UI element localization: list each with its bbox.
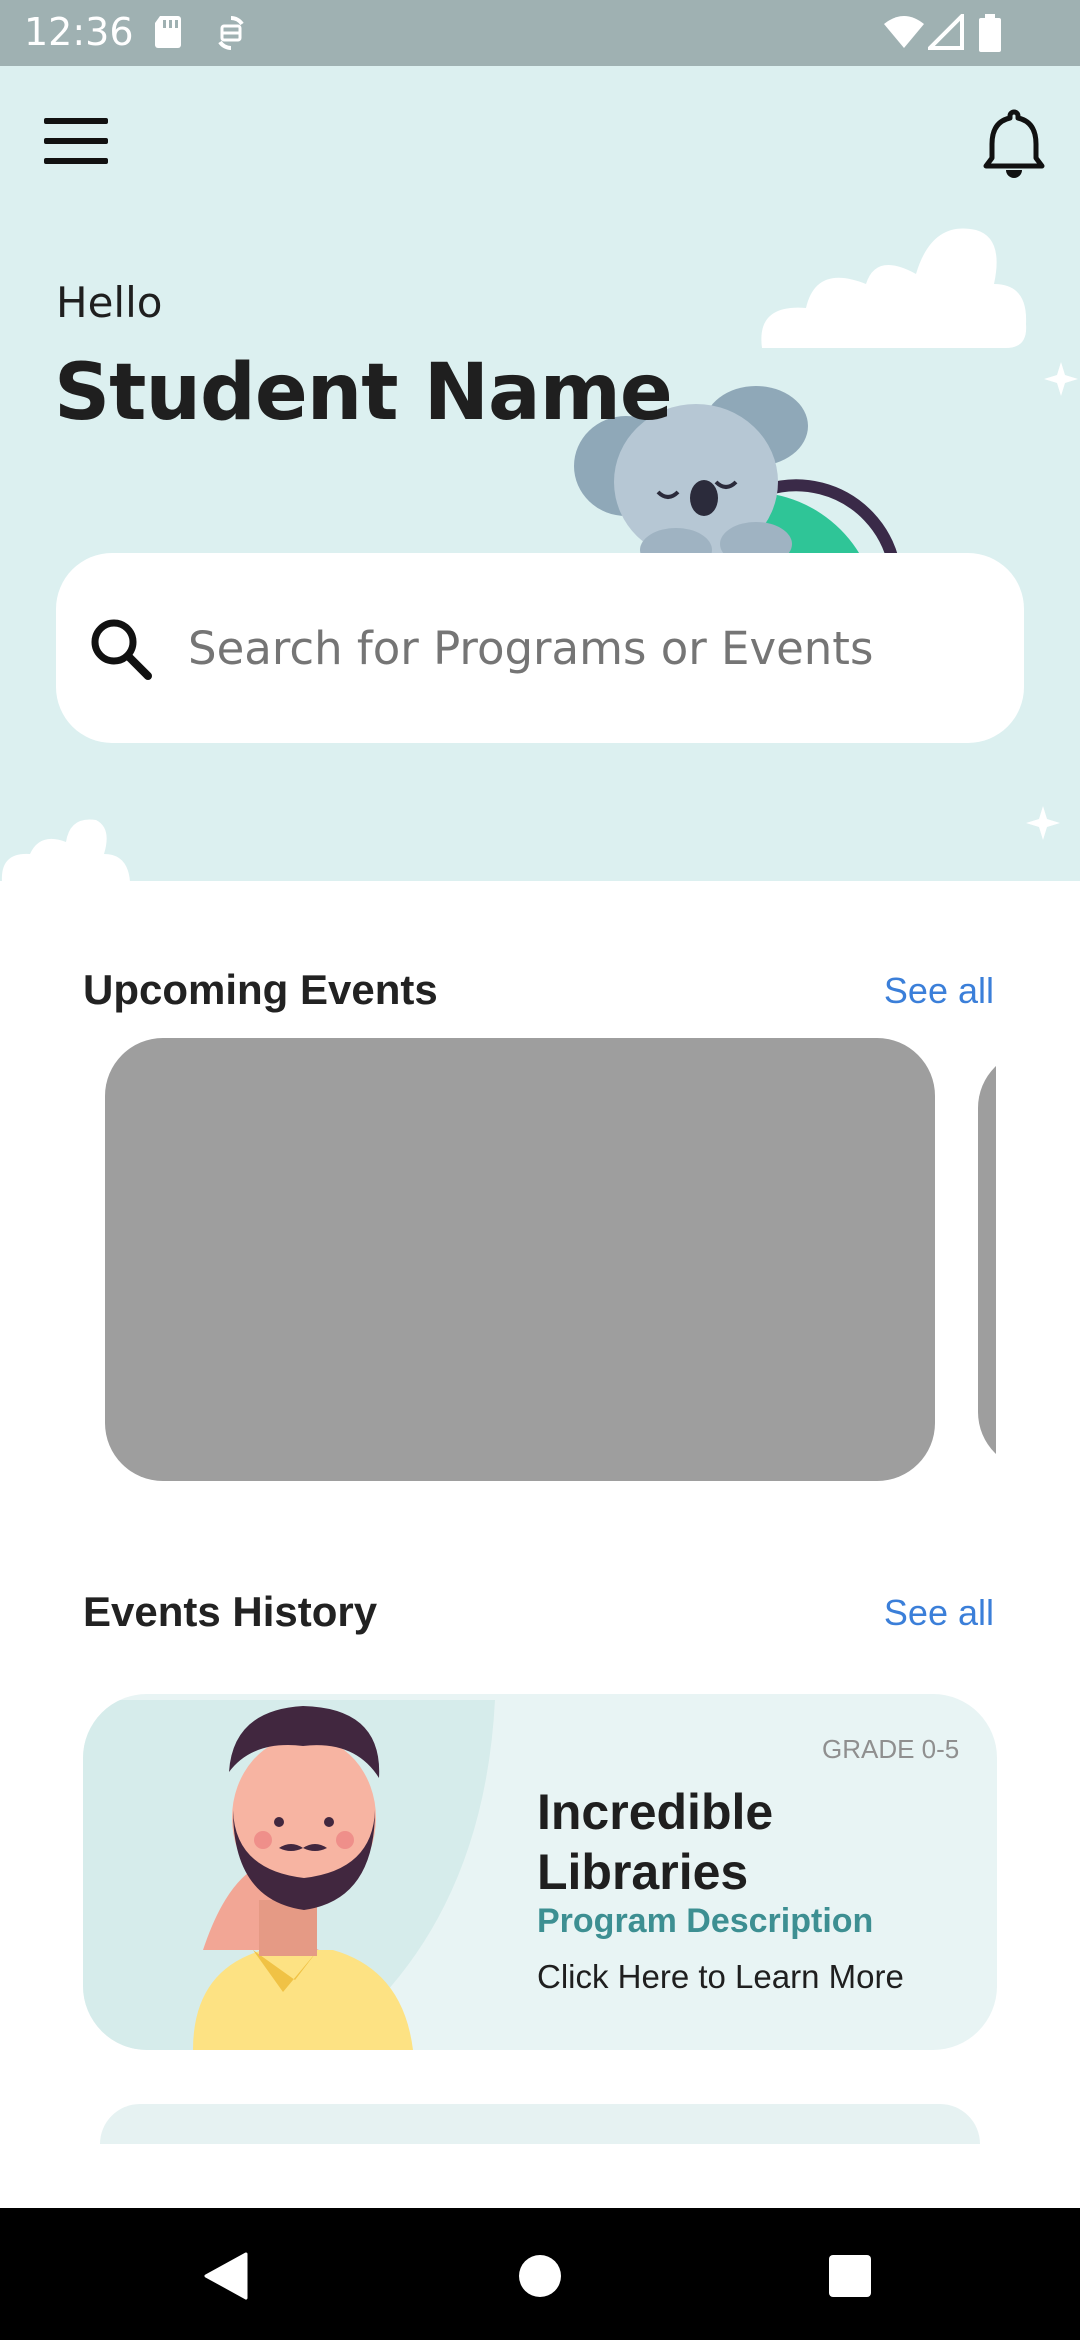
grade-badge: GRADE 0-5 <box>822 1734 960 1764</box>
signal-icon <box>928 14 964 50</box>
status-bar: 12:36 <box>0 0 1080 66</box>
sd-card-icon <box>155 16 181 48</box>
teacher-avatar-illustration <box>83 1700 495 2050</box>
upcoming-events-title: Upcoming Events <box>83 966 438 1013</box>
student-name: Student Name <box>54 348 673 438</box>
home-icon[interactable] <box>518 2254 562 2298</box>
bell-icon[interactable] <box>982 108 1046 180</box>
system-navigation-bar <box>0 2208 1080 2340</box>
cloud-illustration <box>761 228 1027 348</box>
history-event-card-peek[interactable] <box>100 2104 980 2144</box>
battery-icon <box>979 14 1001 52</box>
program-title: Incredible Libraries <box>537 1784 774 1900</box>
program-description: Program Description <box>537 1902 874 1940</box>
search-input[interactable] <box>186 612 990 684</box>
upcoming-event-card[interactable] <box>978 1050 996 1470</box>
upcoming-see-all-link[interactable]: See all <box>884 970 994 1012</box>
learn-more-link[interactable]: Click Here to Learn More <box>537 1958 904 1996</box>
recents-icon[interactable] <box>828 2254 872 2298</box>
events-history-title: Events History <box>83 1588 378 1635</box>
sync-icon <box>218 15 244 51</box>
upcoming-event-card[interactable] <box>105 1038 935 1481</box>
star-illustration <box>1026 806 1060 840</box>
star-illustration <box>1044 362 1078 396</box>
search-icon <box>91 619 152 680</box>
menu-button[interactable] <box>44 118 108 166</box>
cloud-illustration <box>1 819 130 881</box>
history-see-all-link[interactable]: See all <box>884 1592 994 1634</box>
back-icon[interactable] <box>202 2252 248 2300</box>
wifi-icon <box>884 16 924 48</box>
hamburger-icon <box>44 118 108 124</box>
greeting-text: Hello <box>56 278 163 327</box>
hero-header: Hello Student Name <box>0 66 1080 881</box>
status-time: 12:36 <box>24 10 134 54</box>
